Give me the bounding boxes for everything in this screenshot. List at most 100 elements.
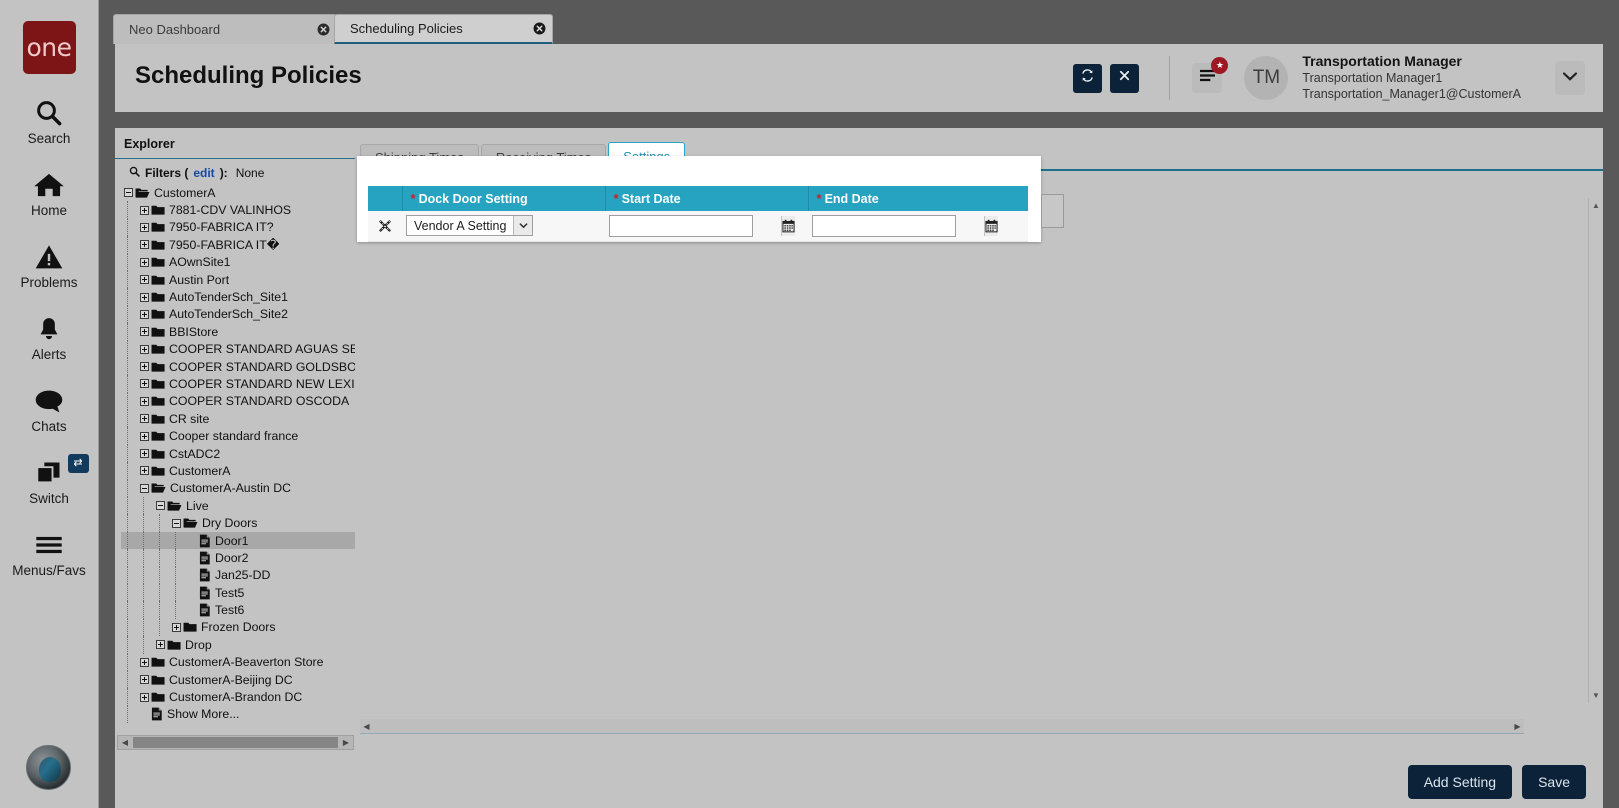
end-date-field[interactable] — [812, 214, 998, 237]
tree-leaf[interactable]: Show More... — [121, 705, 355, 724]
tree-node[interactable]: CR site — [121, 410, 355, 428]
save-button[interactable]: Save — [1522, 765, 1586, 799]
window-tab-neo-dashboard[interactable]: Neo Dashboard — [113, 14, 337, 44]
tree-node[interactable]: AOwnSite1 — [121, 253, 355, 271]
tree-toggle-box[interactable] — [139, 292, 149, 302]
expand-toggle-icon[interactable] — [137, 410, 151, 427]
expand-toggle-icon[interactable] — [137, 654, 151, 671]
expand-toggle-icon[interactable] — [137, 289, 151, 306]
expand-toggle-icon[interactable] — [137, 236, 151, 253]
tree-toggle-box[interactable] — [139, 275, 149, 285]
start-date-input[interactable] — [610, 215, 781, 236]
tree-toggle-box[interactable] — [139, 657, 149, 667]
tree-toggle-box[interactable] — [139, 379, 149, 389]
avatar[interactable]: TM — [1244, 56, 1289, 100]
expand-toggle-icon[interactable] — [137, 375, 151, 392]
tree-node[interactable]: CustomerA-Beaverton Store — [121, 653, 355, 671]
tree-toggle-box[interactable] — [139, 466, 149, 476]
tree-node[interactable]: CustomerA-Brandon DC — [121, 688, 355, 706]
tree-toggle-box[interactable] — [139, 692, 149, 702]
list-menu-button[interactable]: ★ — [1192, 57, 1229, 93]
triangle-right-icon[interactable]: ▶ — [1511, 722, 1524, 731]
rail-item-problems[interactable]: Problems — [0, 240, 99, 290]
swap-arrows-icon[interactable]: ⇄ — [67, 454, 89, 473]
triangle-up-icon[interactable]: ▲ — [1592, 201, 1600, 210]
rail-item-home[interactable]: Home — [0, 168, 99, 218]
close-circle-icon[interactable] — [310, 23, 336, 36]
tree-toggle-box[interactable] — [139, 449, 149, 459]
user-menu-button[interactable] — [1555, 61, 1585, 95]
tree-leaf[interactable]: Door1 — [121, 531, 355, 550]
tree-node[interactable]: Live — [121, 497, 355, 515]
tree-node[interactable]: CustomerA-Beijing DC — [121, 670, 355, 689]
explorer-hscrollbar[interactable]: ◀ ▶ — [117, 735, 354, 750]
tree-node[interactable]: 7950-FABRICA IT? — [121, 218, 355, 237]
content-hscrollbar[interactable]: ◀ ▶ — [360, 719, 1524, 734]
tree-toggle-box[interactable] — [139, 431, 149, 441]
tree-node[interactable]: BBIStore — [121, 323, 355, 341]
tree-node[interactable]: COOPER STANDARD AGUAS SEALING (3 — [121, 340, 355, 358]
tree-node[interactable]: Cooper standard france — [121, 427, 355, 445]
triangle-right-icon[interactable]: ▶ — [339, 738, 353, 747]
triangle-down-icon[interactable]: ▼ — [1592, 691, 1600, 700]
tree-toggle-box[interactable] — [139, 414, 149, 424]
expand-toggle-icon[interactable] — [137, 323, 151, 340]
dock-door-setting-select[interactable]: Vendor A Setting — [406, 215, 534, 237]
content-hscroll-track[interactable] — [373, 719, 1511, 734]
tree-toggle-box[interactable] — [155, 501, 165, 511]
expand-toggle-icon[interactable] — [137, 445, 151, 462]
tree-toggle-box[interactable] — [139, 205, 149, 215]
tree-toggle-box[interactable] — [139, 257, 149, 267]
expand-toggle-icon[interactable] — [137, 219, 151, 236]
expand-toggle-icon[interactable] — [137, 341, 151, 358]
end-date-input[interactable] — [813, 215, 984, 236]
expand-toggle-icon[interactable] — [137, 271, 151, 288]
rail-item-alerts[interactable]: Alerts — [0, 312, 99, 362]
rail-item-menus-favs[interactable]: Menus/Favs — [0, 528, 99, 578]
tree-node[interactable]: AutoTenderSch_Site2 — [121, 305, 355, 324]
rail-item-search[interactable]: Search — [0, 96, 99, 146]
tree-toggle-box[interactable] — [139, 327, 149, 337]
expand-toggle-icon[interactable] — [137, 254, 151, 271]
add-setting-button[interactable]: Add Setting — [1407, 765, 1513, 799]
tree-leaf[interactable]: Door2 — [121, 549, 355, 567]
tree-toggle-box[interactable] — [171, 622, 181, 632]
expand-toggle-icon[interactable] — [137, 671, 151, 688]
rail-item-chats[interactable]: Chats — [0, 384, 99, 434]
tree-toggle-box[interactable] — [139, 309, 149, 319]
tree-toggle-box[interactable] — [139, 483, 149, 493]
expand-toggle-icon[interactable] — [169, 619, 183, 636]
collapse-toggle-icon[interactable] — [153, 497, 167, 514]
rail-item-switch[interactable]: ⇄ Switch — [0, 454, 99, 506]
content-vscrollbar[interactable]: ▲ ▼ — [1588, 198, 1603, 703]
scissors-cut-icon[interactable] — [372, 219, 398, 233]
explorer-hscroll-thumb[interactable] — [133, 737, 338, 748]
tree-toggle-box[interactable] — [139, 362, 149, 372]
expand-toggle-icon[interactable] — [137, 393, 151, 410]
tree-node[interactable]: CustomerA — [121, 462, 355, 480]
start-date-field[interactable] — [609, 214, 795, 237]
expand-toggle-icon[interactable] — [137, 358, 151, 375]
tree-node[interactable]: COOPER STANDARD OSCODA — [121, 392, 355, 411]
tree-toggle-box[interactable] — [139, 222, 149, 232]
collapse-toggle-icon[interactable] — [169, 515, 183, 532]
tree-node[interactable]: COOPER STANDARD GOLDSBORO — [121, 357, 355, 376]
tree-toggle-box[interactable] — [123, 188, 133, 198]
tree-toggle-box[interactable] — [171, 518, 181, 528]
expand-toggle-icon[interactable] — [137, 202, 151, 219]
tree-toggle-box[interactable] — [139, 240, 149, 250]
tree-node[interactable]: Drop — [121, 636, 355, 654]
tree-leaf[interactable]: Test5 — [121, 583, 355, 602]
expand-toggle-icon[interactable] — [153, 636, 167, 653]
calendar-icon[interactable] — [984, 215, 998, 236]
expand-toggle-icon[interactable] — [137, 689, 151, 706]
app-logo[interactable]: one — [22, 21, 76, 74]
tree-node[interactable]: 7950-FABRICA IT� — [121, 236, 355, 254]
tree-node[interactable]: Austin Port — [121, 270, 355, 289]
close-circle-icon[interactable] — [526, 22, 552, 35]
expand-toggle-icon[interactable] — [137, 462, 151, 479]
tree-leaf[interactable]: Test6 — [121, 601, 355, 619]
collapse-toggle-icon[interactable] — [137, 480, 151, 497]
close-button[interactable] — [1110, 63, 1140, 93]
tree-node[interactable]: Frozen Doors — [121, 618, 355, 637]
